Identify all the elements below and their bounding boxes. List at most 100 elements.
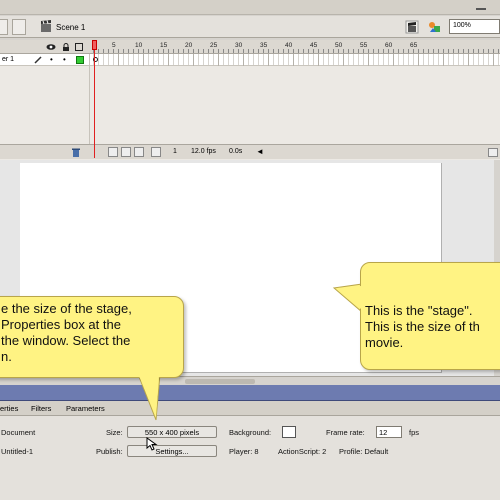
trash-icon[interactable] [71,147,81,157]
lock-dot-icon[interactable]: • [63,55,66,64]
layer-name[interactable]: er 1 [2,56,14,63]
ruler-tick [153,49,154,53]
background-color-swatch[interactable] [282,426,296,438]
ruler-tick [208,49,209,53]
visibility-dot-icon[interactable]: • [50,55,53,64]
elapsed-time: 0.0s [229,148,243,155]
ruler-tick [178,49,179,53]
ruler-number: 25 [210,42,218,49]
ruler-tick [438,49,439,53]
scene-label[interactable]: Scene 1 [56,23,85,32]
layer-frames[interactable] [89,54,500,66]
ruler-tick [138,49,139,53]
ruler-number: 30 [235,42,243,49]
frame-block-divider [318,54,319,66]
frame-block-divider [193,54,194,66]
layer-row[interactable]: er 1 • • [0,54,89,66]
ruler-tick [128,49,129,53]
ruler-tick [323,49,324,53]
ruler-tick [448,49,449,53]
actionscript-version: ActionScript: 2 [278,447,327,456]
ruler-number: 35 [260,42,268,49]
ruler-tick [318,49,319,53]
ruler-tick [463,49,464,53]
ruler-tick [173,49,174,53]
onion-outlines-button[interactable] [134,147,144,157]
ruler-tick [143,49,144,53]
scene-toolbar: Scene 1 100% [0,0,500,40]
doc-type: Document [1,428,36,437]
timeline-panel: 15101520253035404550556065 er 1 • • 1 12… [0,40,500,160]
playhead[interactable] [92,40,97,158]
timeline-footer: 1 12.0 fps 0.0s ◄ [0,144,500,159]
frame-ruler[interactable]: 15101520253035404550556065 [89,40,500,54]
minimize-icon[interactable] [476,2,486,10]
lock-icon[interactable] [62,43,70,51]
ruler-tick [233,49,234,53]
frame-block-divider [243,54,244,66]
onion-skin-button[interactable] [121,147,131,157]
ruler-tick [223,49,224,53]
ruler-number: 45 [310,42,318,49]
layer-color-swatch[interactable] [76,56,84,64]
ruler-tick [368,49,369,53]
center-frame-button[interactable] [108,147,118,157]
back-button[interactable] [0,19,8,35]
frame-block-divider [393,54,394,66]
ruler-tick [363,49,364,53]
ruler-number: 65 [410,42,418,49]
ruler-tick [498,49,499,53]
frame-rate-input[interactable]: 12 [376,426,402,438]
eye-icon[interactable] [46,43,56,51]
ruler-tick [373,49,374,53]
frame-block-divider [343,54,344,66]
ruler-tick [433,49,434,53]
frame-rate-display[interactable]: 12.0 fps [191,148,216,155]
ruler-tick [218,49,219,53]
left-callout: e the size of the stage, Properties box … [0,296,190,426]
size-label: Size: [106,428,123,437]
ruler-number: 60 [385,42,393,49]
forward-button[interactable] [12,19,26,35]
ruler-tick [308,49,309,53]
ruler-tick [133,49,134,53]
doc-name[interactable]: Untitled-1 [1,447,33,456]
ruler-tick [203,49,204,53]
ruler-tick [253,49,254,53]
frame-block-divider [368,54,369,66]
frame-block-divider [268,54,269,66]
outline-icon[interactable] [75,43,83,51]
edit-symbols-icon[interactable] [428,20,442,34]
frame-block-divider [418,54,419,66]
window-strip [0,0,500,15]
ruler-tick [398,49,399,53]
edit-multiple-frames-button[interactable] [151,147,161,157]
mouse-cursor-icon [146,437,158,451]
ruler-tick [478,49,479,53]
left-callout-line: e the size of the stage, [1,301,132,316]
ruler-tick [238,49,239,53]
edit-scene-icon[interactable] [405,20,419,34]
right-callout: This is the "stage". This is the size of… [330,262,500,382]
settings-button[interactable]: Settings... [127,445,217,457]
ruler-tick [298,49,299,53]
size-button[interactable]: 550 x 400 pixels [127,426,217,438]
ruler-tick [353,49,354,53]
ruler-tick [183,49,184,53]
frame-block-divider [443,54,444,66]
ruler-tick [278,49,279,53]
ruler-tick [168,49,169,53]
properties-body: Document Untitled-1 Size: 550 x 400 pixe… [0,416,500,500]
ruler-tick [338,49,339,53]
publish-label: Publish: [96,447,123,456]
ruler-tick [293,49,294,53]
ruler-number: 40 [285,42,293,49]
ruler-tick [98,49,99,53]
ruler-tick [148,49,149,53]
zoom-select[interactable]: 100% [449,19,500,34]
scroll-right-button[interactable] [488,148,498,157]
scroll-thumb[interactable] [185,379,255,384]
scroll-left-icon[interactable]: ◄ [256,147,264,156]
ruler-tick [393,49,394,53]
playhead-handle[interactable] [92,40,97,50]
